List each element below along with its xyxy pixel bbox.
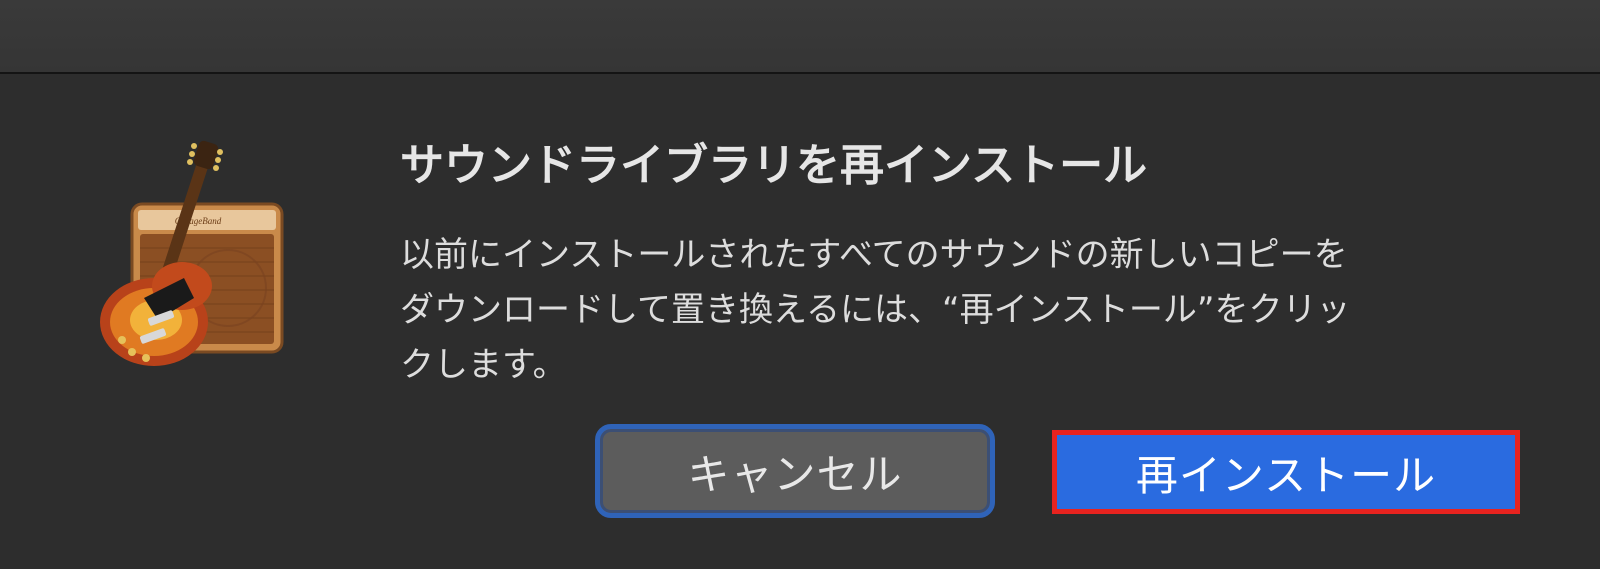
dialog-message-line: クします。 — [400, 345, 567, 385]
reinstall-button[interactable]: 再インストール — [1052, 430, 1520, 514]
cancel-button[interactable]: キャンセル — [595, 424, 995, 518]
garageband-icon: GarageBand — [100, 140, 284, 366]
window-titlebar — [0, 0, 1600, 74]
dialog-title: サウンドライブラリを再インストール — [400, 140, 1148, 191]
dialog-message-line: ダウンロードして置き換えるには、“再インストール”をクリッ — [400, 290, 1351, 330]
dialog-message: 以前にインストールされたすべてのサウンドの新しいコピーを ダウンロードして置き換… — [400, 228, 1520, 393]
reinstall-sound-library-window: GarageBand サウンドライブラリを再インストール 以前にインストールされ… — [0, 0, 1600, 569]
dialog-message-line: 以前にインストールされたすべてのサウンドの新しいコピーを — [400, 235, 1348, 275]
